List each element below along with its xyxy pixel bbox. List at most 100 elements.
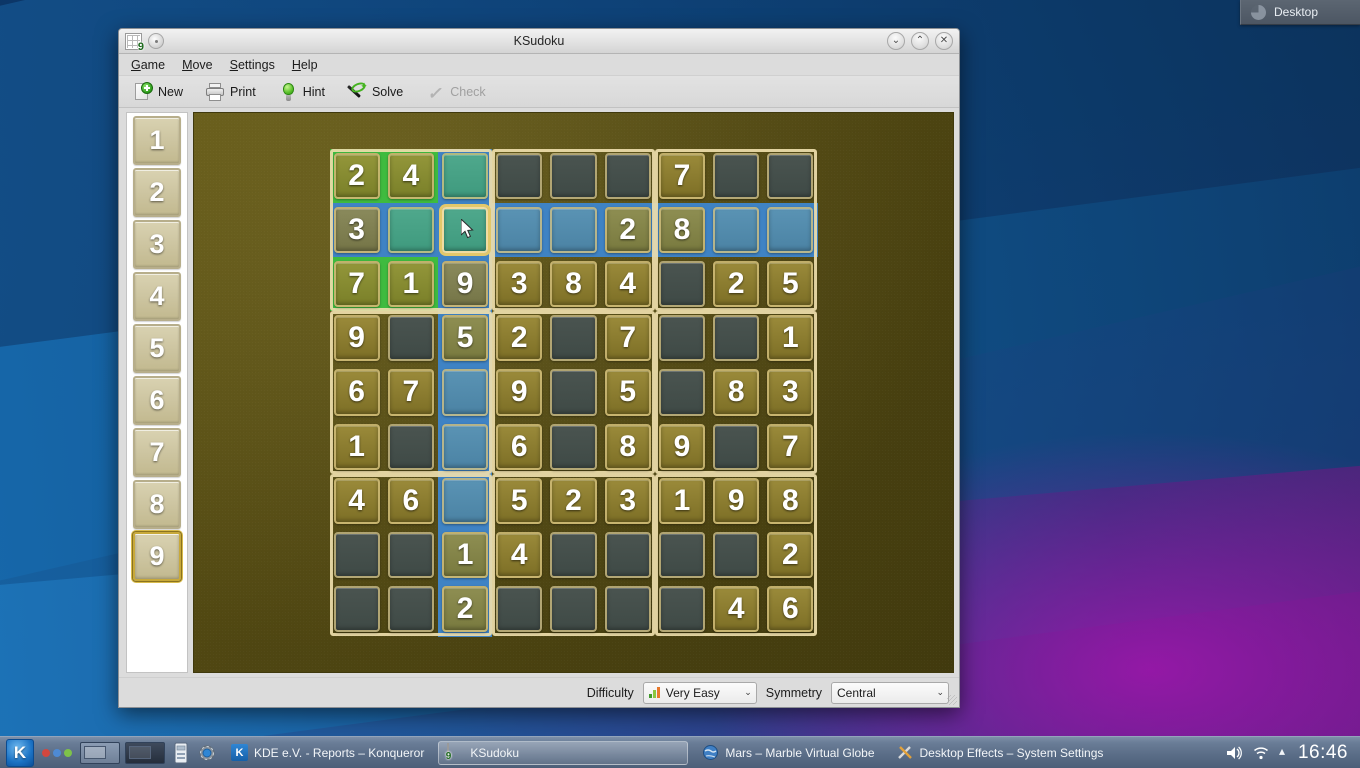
sudoku-cell-r9c5[interactable] bbox=[546, 582, 600, 636]
sudoku-cell-r9c6[interactable] bbox=[601, 582, 655, 636]
window-menu-icon[interactable] bbox=[148, 33, 164, 49]
sudoku-cell-r3c4[interactable]: 3 bbox=[492, 257, 546, 311]
sudoku-cell-r8c4[interactable]: 4 bbox=[492, 528, 546, 582]
sudoku-cell-r8c3[interactable]: 1 bbox=[438, 528, 492, 582]
sudoku-cell-r7c7[interactable]: 1 bbox=[655, 474, 709, 528]
palette-cell-2[interactable]: 2 bbox=[133, 168, 181, 217]
sudoku-cell-r9c2[interactable] bbox=[384, 582, 438, 636]
sudoku-cell-r4c3[interactable]: 5 bbox=[438, 311, 492, 365]
sudoku-cell-r1c1[interactable]: 2 bbox=[330, 149, 384, 203]
sudoku-cell-r8c6[interactable] bbox=[601, 528, 655, 582]
sudoku-cell-r3c1[interactable]: 7 bbox=[330, 257, 384, 311]
pager-desktop-2[interactable] bbox=[125, 741, 165, 764]
sudoku-cell-r1c7[interactable]: 7 bbox=[655, 149, 709, 203]
close-button[interactable]: ✕ bbox=[935, 32, 953, 50]
sudoku-cell-r1c9[interactable] bbox=[763, 149, 817, 203]
sudoku-cell-r1c8[interactable] bbox=[709, 149, 763, 203]
sudoku-cell-r1c6[interactable] bbox=[601, 149, 655, 203]
sudoku-cell-r5c9[interactable]: 3 bbox=[763, 365, 817, 419]
task-marble[interactable]: Mars – Marble Virtual Globe bbox=[694, 741, 882, 765]
sudoku-cell-r4c6[interactable]: 7 bbox=[601, 311, 655, 365]
kde-menu-icon[interactable]: K bbox=[6, 738, 34, 767]
sudoku-cell-r3c9[interactable]: 5 bbox=[763, 257, 817, 311]
new-button[interactable]: New bbox=[129, 80, 187, 104]
sudoku-cell-r2c5[interactable] bbox=[546, 203, 600, 257]
difficulty-select[interactable]: Very Easy ⌄ bbox=[642, 681, 757, 704]
sudoku-cell-r4c8[interactable] bbox=[709, 311, 763, 365]
window-titlebar[interactable]: 9 KSudoku ⌄ ⌃ ✕ bbox=[119, 29, 959, 54]
sudoku-cell-r6c9[interactable]: 7 bbox=[763, 420, 817, 474]
sudoku-cell-r3c7[interactable] bbox=[655, 257, 709, 311]
solve-button[interactable]: ✦ Solve bbox=[343, 80, 407, 104]
sudoku-cell-r9c3[interactable]: 2 bbox=[438, 582, 492, 636]
sudoku-cell-r5c6[interactable]: 5 bbox=[601, 365, 655, 419]
file-manager-icon[interactable] bbox=[171, 742, 191, 764]
sudoku-cell-r2c2[interactable] bbox=[384, 203, 438, 257]
palette-cell-6[interactable]: 6 bbox=[133, 376, 181, 425]
system-settings-icon[interactable] bbox=[197, 742, 217, 764]
sudoku-cell-r2c6[interactable]: 2 bbox=[601, 203, 655, 257]
sudoku-cell-r5c2[interactable]: 7 bbox=[384, 365, 438, 419]
palette-cell-3[interactable]: 3 bbox=[133, 220, 181, 269]
sudoku-cell-r4c5[interactable] bbox=[546, 311, 600, 365]
sudoku-cell-r8c7[interactable] bbox=[655, 528, 709, 582]
sudoku-cell-r6c5[interactable] bbox=[546, 420, 600, 474]
sudoku-cell-r7c9[interactable]: 8 bbox=[763, 474, 817, 528]
palette-cell-1[interactable]: 1 bbox=[133, 116, 181, 165]
sudoku-cell-r3c5[interactable]: 8 bbox=[546, 257, 600, 311]
sudoku-cell-r7c3[interactable] bbox=[438, 474, 492, 528]
sudoku-cell-r7c2[interactable]: 6 bbox=[384, 474, 438, 528]
palette-cell-9[interactable]: 9 bbox=[132, 531, 182, 582]
sudoku-cell-r8c8[interactable] bbox=[709, 528, 763, 582]
sudoku-cell-r7c8[interactable]: 9 bbox=[709, 474, 763, 528]
sudoku-cell-r5c3[interactable] bbox=[438, 365, 492, 419]
sudoku-cell-r8c1[interactable] bbox=[330, 528, 384, 582]
sudoku-cell-r8c5[interactable] bbox=[546, 528, 600, 582]
task-desktop-effects[interactable]: Desktop Effects – System Settings bbox=[889, 741, 1112, 765]
hint-button[interactable]: Hint bbox=[274, 80, 329, 104]
menu-settings[interactable]: Settings bbox=[230, 58, 275, 72]
sudoku-cell-r5c4[interactable]: 9 bbox=[492, 365, 546, 419]
sudoku-cell-r6c7[interactable]: 9 bbox=[655, 420, 709, 474]
sudoku-cell-r5c5[interactable] bbox=[546, 365, 600, 419]
sudoku-cell-r9c1[interactable] bbox=[330, 582, 384, 636]
sudoku-cell-r7c4[interactable]: 5 bbox=[492, 474, 546, 528]
sudoku-cell-r3c8[interactable]: 2 bbox=[709, 257, 763, 311]
desktop-toolbox[interactable]: Desktop bbox=[1240, 0, 1360, 25]
palette-cell-4[interactable]: 4 bbox=[133, 272, 181, 321]
sudoku-cell-r2c4[interactable] bbox=[492, 203, 546, 257]
menu-move[interactable]: Move bbox=[182, 58, 213, 72]
sudoku-cell-r1c4[interactable] bbox=[492, 149, 546, 203]
wifi-icon[interactable] bbox=[1252, 744, 1270, 762]
sudoku-cell-r2c9[interactable] bbox=[763, 203, 817, 257]
palette-cell-8[interactable]: 8 bbox=[133, 480, 181, 529]
show-hidden-icon[interactable]: ▴ bbox=[1279, 744, 1289, 762]
sudoku-cell-r4c2[interactable] bbox=[384, 311, 438, 365]
pager-desktop-1[interactable] bbox=[80, 741, 120, 764]
symmetry-select[interactable]: Central ⌄ bbox=[831, 681, 949, 704]
sudoku-cell-r4c1[interactable]: 9 bbox=[330, 311, 384, 365]
sudoku-cell-r5c8[interactable]: 8 bbox=[709, 365, 763, 419]
sudoku-cell-r3c3[interactable]: 9 bbox=[438, 257, 492, 311]
sudoku-cell-r5c1[interactable]: 6 bbox=[330, 365, 384, 419]
resize-grip[interactable] bbox=[947, 695, 957, 705]
sudoku-cell-r4c9[interactable]: 1 bbox=[763, 311, 817, 365]
sudoku-cell-r2c7[interactable]: 8 bbox=[655, 203, 709, 257]
sudoku-cell-r6c3[interactable] bbox=[438, 420, 492, 474]
volume-icon[interactable] bbox=[1225, 744, 1243, 762]
sudoku-cell-r4c4[interactable]: 2 bbox=[492, 311, 546, 365]
sudoku-cell-r3c6[interactable]: 4 bbox=[601, 257, 655, 311]
sudoku-cell-r5c7[interactable] bbox=[655, 365, 709, 419]
minimize-button[interactable]: ⌄ bbox=[887, 32, 905, 50]
sudoku-cell-r9c4[interactable] bbox=[492, 582, 546, 636]
sudoku-cell-r6c8[interactable] bbox=[709, 420, 763, 474]
sudoku-cell-r8c9[interactable]: 2 bbox=[763, 528, 817, 582]
sudoku-cell-r4c7[interactable] bbox=[655, 311, 709, 365]
sudoku-cell-r7c5[interactable]: 2 bbox=[546, 474, 600, 528]
sudoku-cell-r6c2[interactable] bbox=[384, 420, 438, 474]
sudoku-cell-r2c3[interactable] bbox=[438, 203, 492, 257]
menu-help[interactable]: Help bbox=[292, 58, 318, 72]
maximize-button[interactable]: ⌃ bbox=[911, 32, 929, 50]
print-button[interactable]: Print bbox=[201, 80, 260, 104]
sudoku-cell-r6c6[interactable]: 8 bbox=[601, 420, 655, 474]
